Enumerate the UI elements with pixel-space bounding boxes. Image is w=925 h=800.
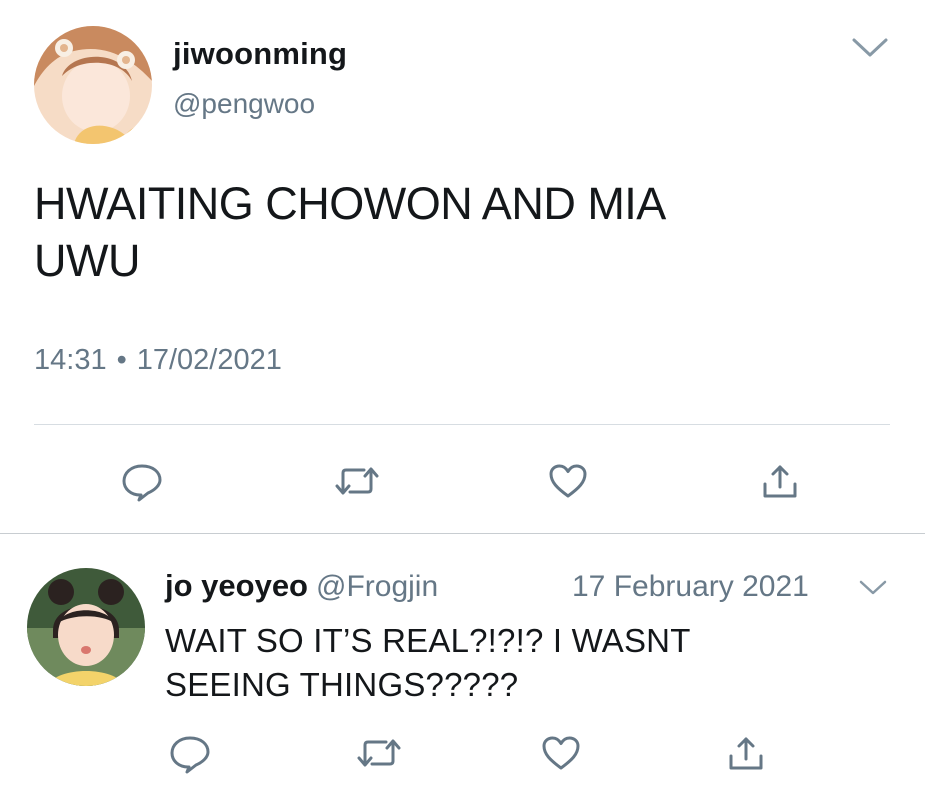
reply-icon[interactable]	[168, 734, 212, 774]
tweet-text: WAIT SO IT’S REAL?!?!? I WASNT SEEING TH…	[165, 622, 691, 703]
avatar-photo	[34, 26, 152, 144]
tweet-timestamp[interactable]: 14:31 • 17/02/2021	[34, 344, 282, 377]
retweet-icon[interactable]	[356, 734, 402, 772]
user-handle[interactable]: @Frogjin	[316, 570, 438, 603]
share-icon[interactable]	[760, 462, 800, 502]
user-handle[interactable]: @pengwoo	[173, 88, 315, 120]
chevron-down-icon[interactable]	[858, 578, 888, 598]
retweet-icon[interactable]	[334, 462, 380, 500]
divider	[0, 533, 925, 534]
tweet-date[interactable]: 17 February 2021	[572, 570, 809, 604]
user-avatar[interactable]	[27, 568, 145, 686]
avatar-photo	[27, 568, 145, 686]
like-icon[interactable]	[547, 462, 589, 500]
divider	[34, 424, 890, 425]
share-icon[interactable]	[726, 734, 766, 774]
reply-icon[interactable]	[120, 462, 164, 502]
separator-dot: •	[116, 344, 127, 376]
reply-header: jo yeoyeo @Frogjin	[165, 568, 438, 604]
user-avatar[interactable]	[34, 26, 152, 144]
tweet-text: HWAITING CHOWON AND MIA UWU	[34, 178, 666, 286]
tweet-time: 14:31	[34, 344, 107, 376]
tweet-date: 17/02/2021	[136, 344, 282, 376]
display-name[interactable]: jo yeoyeo	[165, 568, 308, 603]
like-icon[interactable]	[540, 734, 582, 772]
chevron-down-icon[interactable]	[850, 35, 890, 61]
display-name[interactable]: jiwoonming	[173, 36, 347, 72]
